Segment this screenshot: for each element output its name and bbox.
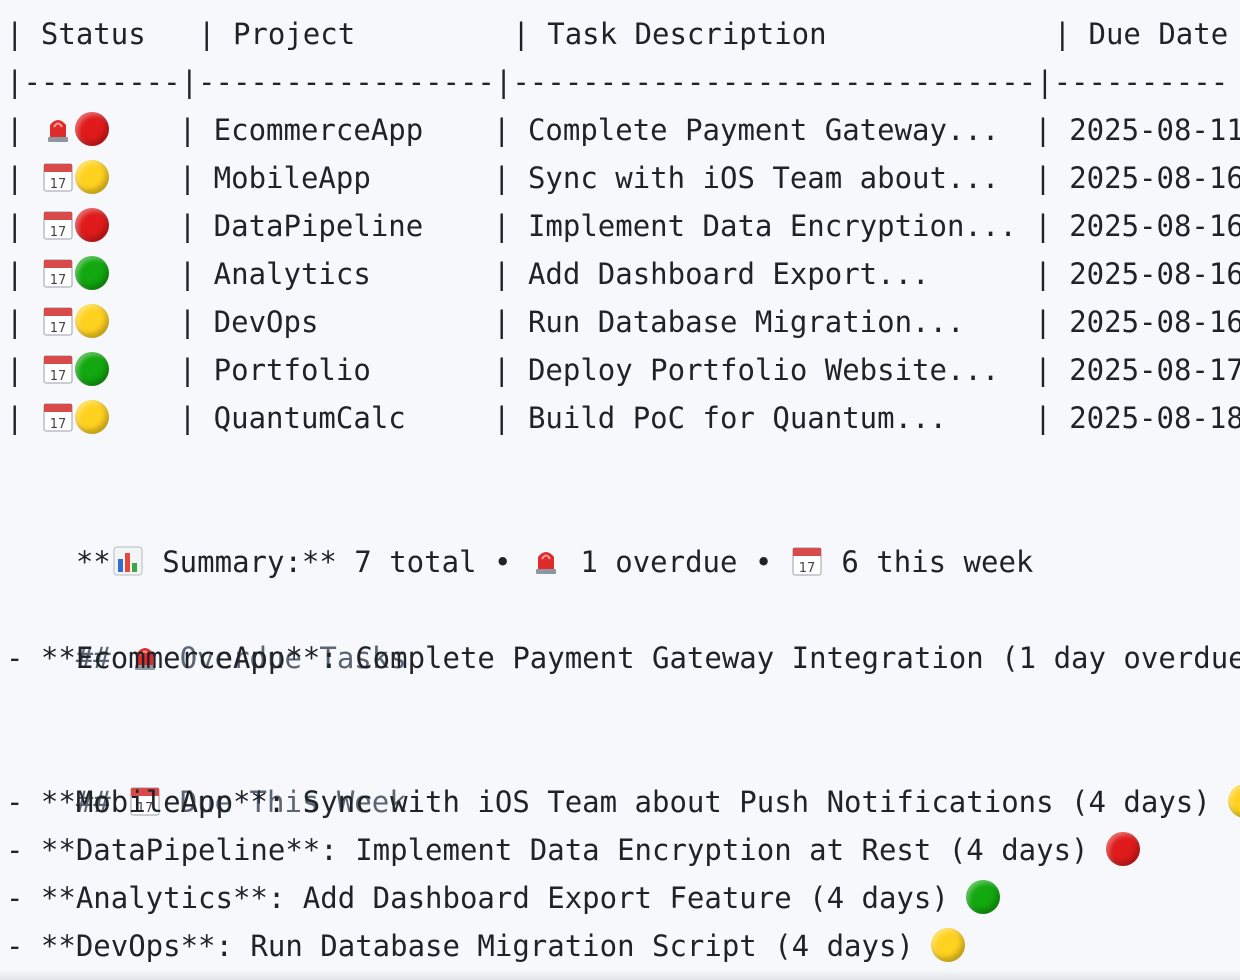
table-row: | 17 | DataPipeline | Implement Data Enc… [6,202,1240,250]
calendar-icon: 17 [43,403,73,432]
table-row: | 17 | Portfolio | Deploy Portfolio Webs… [6,346,1240,394]
calendar-icon: 17 [43,355,73,384]
week-heading: ## 17 Due This Week [6,730,407,819]
red-circle-icon [74,208,109,242]
rotating-light-icon [47,120,68,142]
overdue-item: - **EcommerceApp**: Complete Payment Gat… [6,641,1240,675]
red-circle-icon [74,112,109,146]
table-header: | Status | Project | Task Description | … [6,17,1229,51]
yellow-circle-icon [931,928,966,962]
green-circle-icon [74,352,109,386]
week-list-item: - **MobileApp**: Sync with iOS Team abou… [6,778,1240,826]
week-item-text: - **MobileApp**: Sync with iOS Team abou… [6,785,1229,819]
table-row: | 17 | Analytics | Add Dashboard Export.… [6,250,1240,298]
summary-prefix: ** [75,545,111,579]
svg-text:17: 17 [50,225,67,240]
summary-label: Summary:** 7 total • [144,545,529,579]
svg-text:17: 17 [50,177,67,192]
week-list-item: - **Analytics**: Add Dashboard Export Fe… [6,874,1001,922]
table-row: | 17 | MobileApp | Sync with iOS Team ab… [6,154,1240,202]
svg-text:17: 17 [799,561,816,576]
calendar-icon: 17 [43,259,73,288]
week-item-text: - **Analytics**: Add Dashboard Export Fe… [6,881,967,915]
row-cells: | DataPipeline | Implement Data Encrypti… [108,209,1240,243]
yellow-circle-icon [1228,784,1240,818]
row-cells: | Analytics | Add Dashboard Export... | … [108,257,1240,291]
week-list-item: - **DataPipeline**: Implement Data Encry… [6,826,1140,874]
bar-chart-icon [113,546,143,576]
yellow-circle-icon [74,400,109,434]
week-item-text: - **DataPipeline**: Implement Data Encry… [6,833,1106,867]
table-row: | 17 | DevOps | Run Database Migration..… [6,298,1240,346]
summary-line: ** Summary:** 7 total • 1 overdue • 17 6… [6,490,1034,579]
svg-text:17: 17 [50,417,67,432]
row-cells: | QuantumCalc | Build PoC for Quantum...… [108,401,1240,435]
week-list-item: - **DevOps**: Run Database Migration Scr… [6,922,966,970]
yellow-circle-icon [74,160,109,194]
week-item-text: - **DevOps**: Run Database Migration Scr… [6,929,932,963]
row-border: | [6,305,41,339]
row-cells: | EcommerceApp | Complete Payment Gatewa… [108,113,1240,147]
row-cells: | MobileApp | Sync with iOS Team about..… [108,161,1240,195]
overdue-heading: ## Overdue Tasks [6,586,407,675]
row-border: | [6,161,41,195]
calendar-icon: 17 [43,307,73,336]
table-row: | 17 | QuantumCalc | Build PoC for Quant… [6,394,1240,442]
calendar-icon: 17 [43,211,73,240]
table-separator: |---------|-----------------|-----------… [6,65,1229,99]
red-circle-icon [1105,832,1140,866]
yellow-circle-icon [74,304,109,338]
row-border: | [6,113,41,147]
svg-text:17: 17 [50,369,67,384]
row-border: | [6,257,41,291]
row-border: | [6,209,41,243]
green-circle-icon [74,256,109,290]
svg-text:17: 17 [50,273,67,288]
calendar-icon: 17 [792,547,822,576]
row-cells: | DevOps | Run Database Migration... | 2… [108,305,1240,339]
row-border: | [6,353,41,387]
green-circle-icon [966,880,1001,914]
summary-week: 6 this week [823,545,1034,579]
row-cells: | Portfolio | Deploy Portfolio Website..… [108,353,1240,387]
svg-text:17: 17 [50,321,67,336]
summary-overdue: 1 overdue • [562,545,790,579]
row-border: | [6,401,41,435]
calendar-icon: 17 [43,163,73,192]
bottom-edge [0,970,1240,980]
table-row: | | EcommerceApp | Complete Payment Gate… [6,106,1240,154]
terminal-output: | Status | Project | Task Description | … [0,0,1240,980]
rotating-light-icon [535,552,556,574]
